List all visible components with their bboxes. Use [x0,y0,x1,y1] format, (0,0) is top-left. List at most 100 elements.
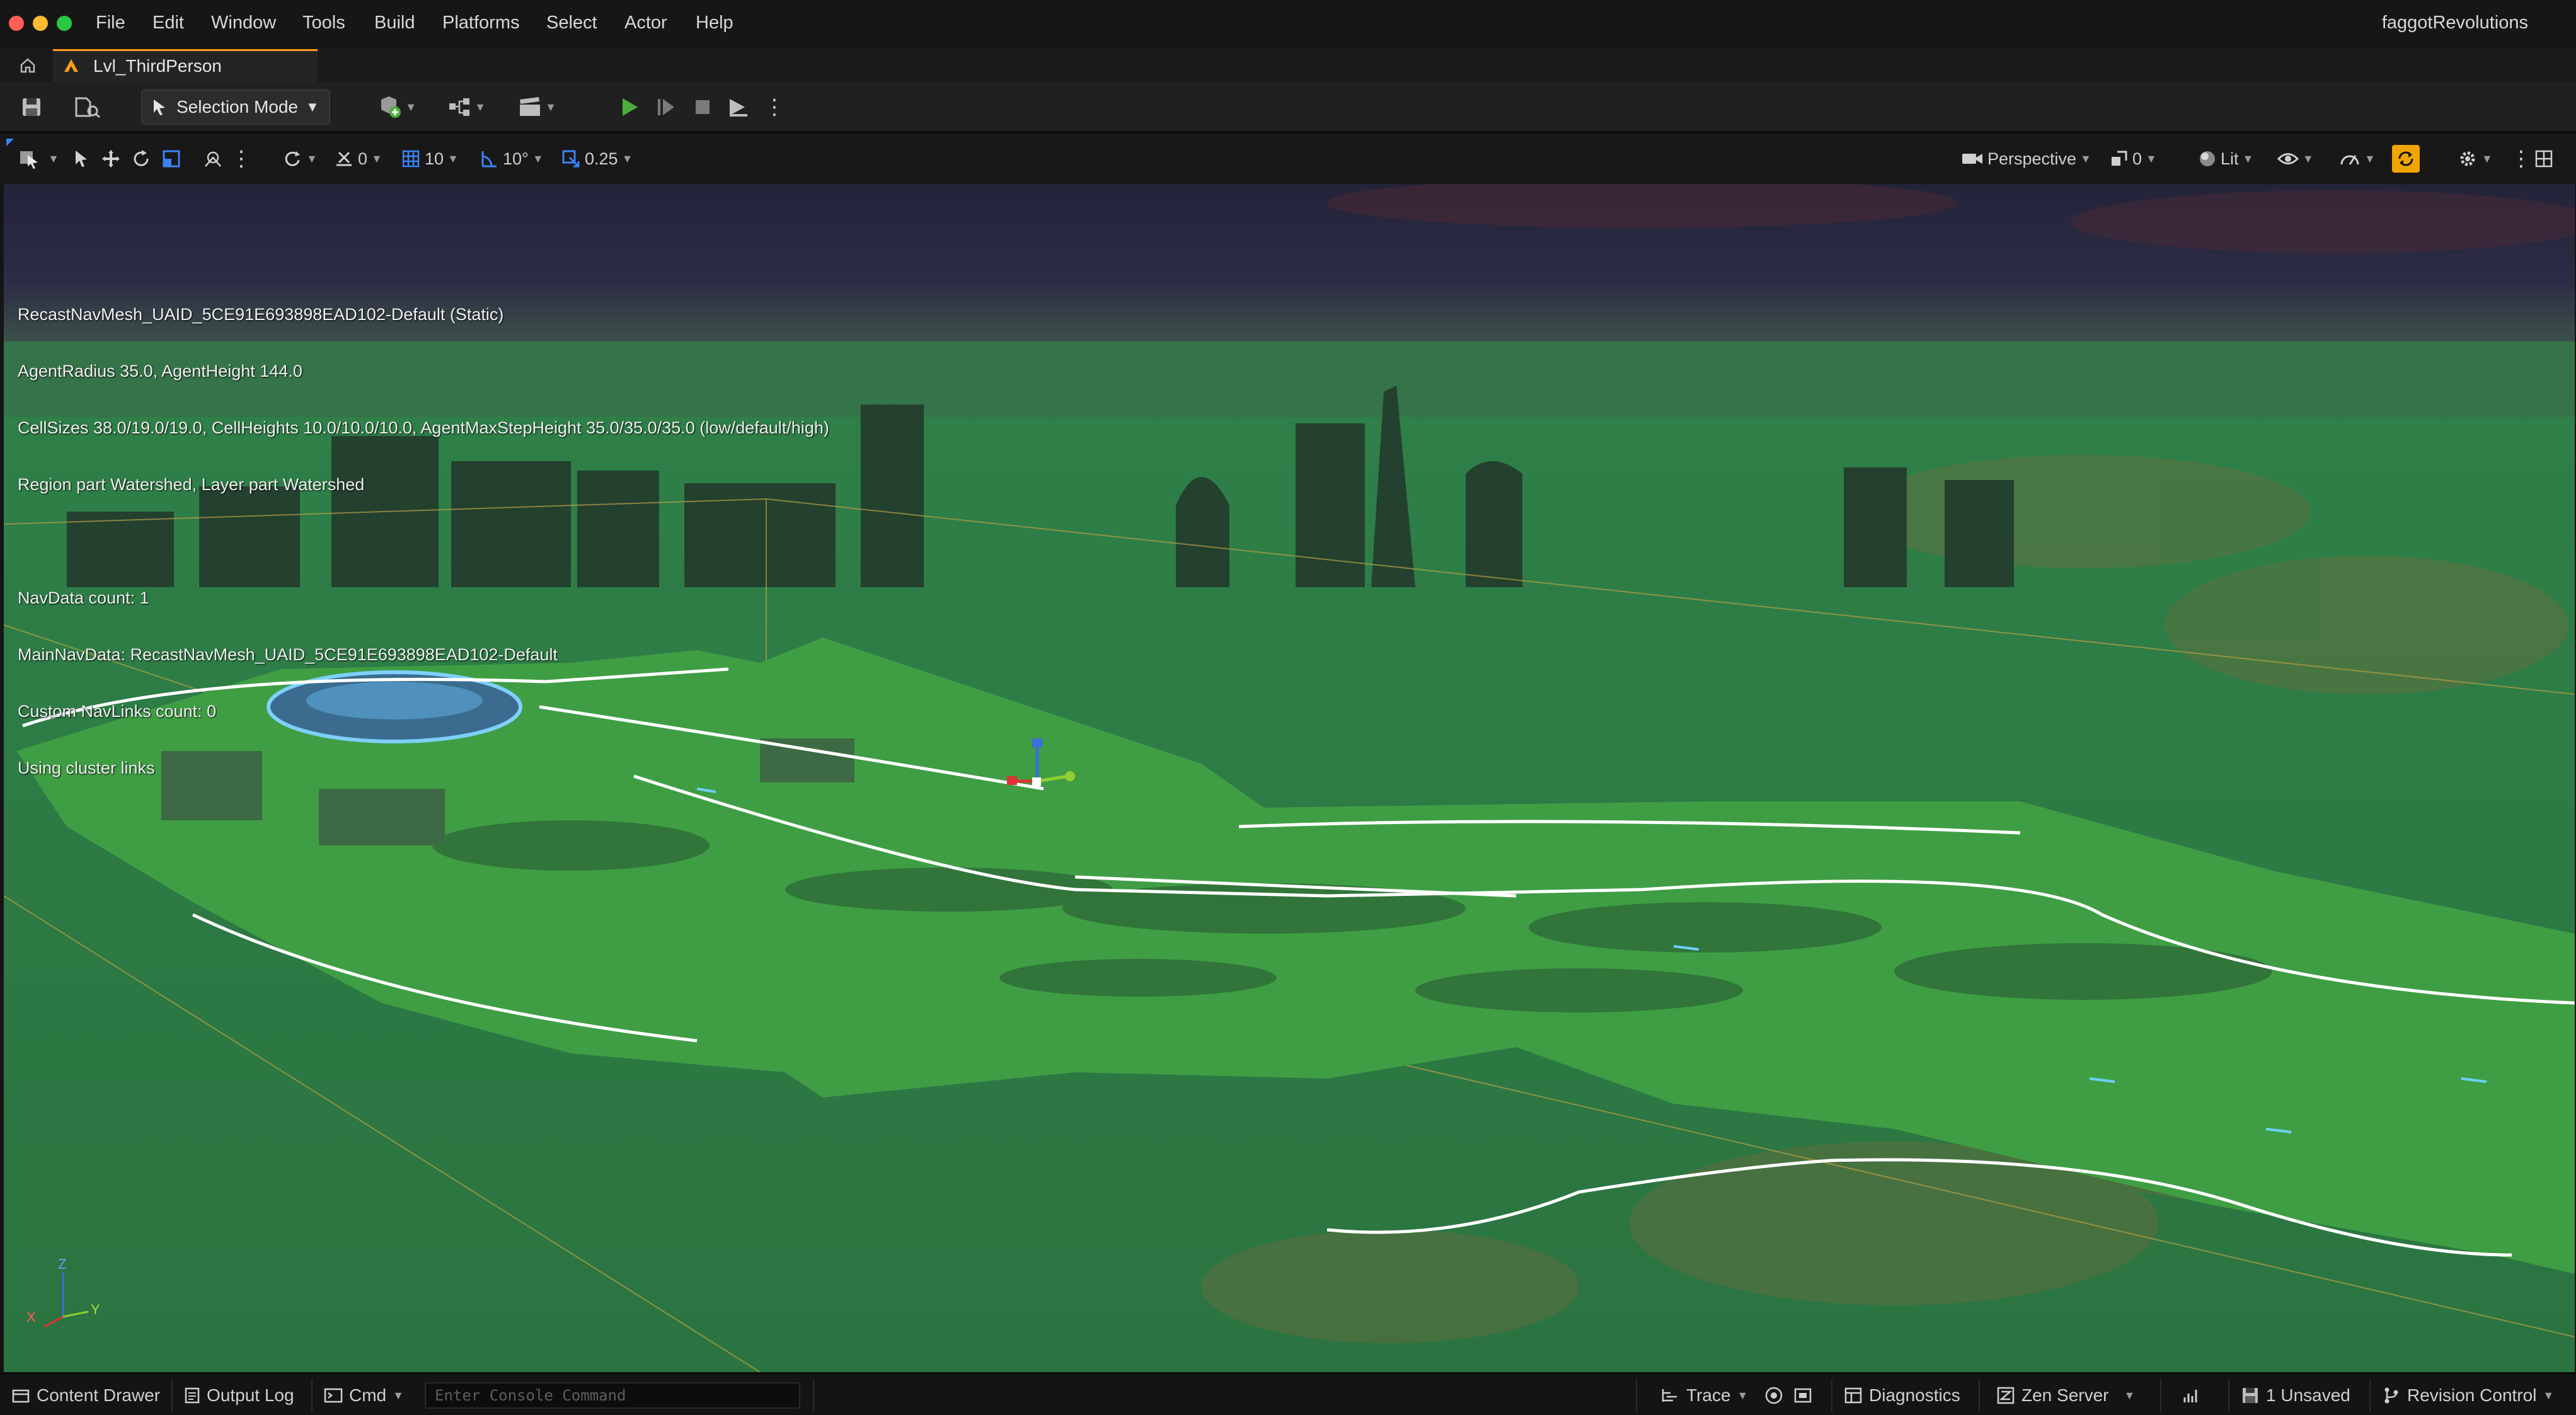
chevron-down-icon: ▼ [306,152,318,165]
viewport-settings-dropdown[interactable]: ▼ [2458,145,2493,173]
more-options-icon[interactable]: ⋮ [231,145,252,173]
lighting-mode-dropdown[interactable]: Lit ▼ [2198,145,2253,173]
trace-icon [1662,1389,1677,1402]
output-log-button[interactable]: Output Log [184,1383,294,1408]
zoom-window-button[interactable] [57,16,72,31]
save-icon[interactable] [18,93,45,121]
menu-bar: File Edit Window Tools Build Platforms S… [0,0,2576,49]
show-flags-dropdown[interactable]: ▼ [2277,145,2314,173]
chevron-down-icon: ▼ [405,100,417,113]
camera-icon [1962,154,1982,164]
selection-mode-dropdown[interactable]: Selection Mode ▼ [141,89,330,125]
surface-snapping-toggle[interactable]: 0 ▼ [334,145,382,173]
diagnostics-button[interactable]: Diagnostics [1844,1383,1960,1408]
surface-snap-icon [336,151,352,166]
view-mode-dropdown[interactable]: Perspective ▼ [1961,145,2091,173]
chevron-down-icon: ▼ [2303,152,2314,165]
scale-snap-toggle[interactable]: 0.25 ▼ [561,145,633,173]
view-mode-label: Perspective [1987,149,2077,168]
chevron-down-icon: ▼ [2124,1389,2136,1402]
navmesh-info-line: Custom NavLinks count: 0 [18,702,217,721]
drawer-icon [12,1389,30,1403]
level-viewport[interactable]: RecastNavMesh_UAID_5CE91E693898EAD102-De… [4,184,2575,1372]
bar-graph-icon [2183,1390,2197,1402]
coordinate-system-button[interactable] [203,145,223,173]
content-drawer-button[interactable]: Content Drawer [11,1383,160,1408]
lit-sphere-icon [2200,151,2215,166]
viewport-options-button[interactable]: ▼ [19,145,59,173]
more-options-icon[interactable]: ⋮ [764,93,785,121]
menu-help[interactable]: Help [696,13,733,33]
chevron-down-icon: ▼ [306,99,319,115]
scale-snap-icon [562,150,580,168]
scale-icon [163,150,180,168]
eye-icon [2277,153,2299,164]
selection-mode-label: Selection Mode [176,97,299,117]
chevron-down-icon: ▼ [447,152,459,165]
console-command-input[interactable] [425,1382,800,1409]
navmesh-info-line: NavData count: 1 [18,588,149,607]
layout-button[interactable] [2534,145,2553,173]
scalability-dropdown[interactable]: ▼ [2339,145,2376,173]
arrow-cursor-icon [76,151,87,167]
zen-server-label: Zen Server [2021,1385,2109,1405]
play-button[interactable] [615,93,644,121]
home-icon[interactable] [16,54,39,77]
realtime-toggle[interactable] [2392,145,2420,173]
menu-build[interactable]: Build [374,13,415,33]
chevron-down-icon: ▼ [474,100,486,113]
derived-data-button[interactable] [2182,1383,2200,1408]
revision-control-dropdown[interactable]: Revision Control ▼ [2382,1383,2554,1408]
chevron-down-icon: ▼ [2543,1389,2555,1402]
trace-snapshot-button[interactable] [1793,1383,1812,1408]
grid-icon [402,150,420,168]
zen-server-dropdown[interactable]: Zen Server ▼ [1996,1383,2135,1408]
blueprints-button[interactable]: ▼ [441,93,492,121]
divider [813,1379,814,1412]
select-tool-button[interactable] [73,145,89,173]
menu-file[interactable]: File [96,13,125,33]
surface-snap-button[interactable]: ▼ [282,145,318,173]
zen-server-icon [1997,1387,2015,1404]
close-window-button[interactable] [9,16,24,31]
layout-grid-icon [2535,150,2553,168]
unsaved-assets-button[interactable]: 1 Unsaved [2241,1383,2350,1408]
eject-button[interactable] [723,93,752,121]
axis-y-label: Y [91,1302,100,1317]
menu-edit[interactable]: Edit [152,13,184,33]
grid-snap-toggle[interactable]: 10 ▼ [401,145,459,173]
navmesh-info-line: MainNavData: RecastNavMesh_UAID_5CE91E69… [18,645,558,664]
stop-button[interactable] [688,93,717,121]
menu-window[interactable]: Window [211,13,276,33]
rotate-tool-button[interactable] [131,145,151,173]
scale-tool-button[interactable] [161,145,181,173]
divider [171,1379,173,1412]
trace-dropdown[interactable]: Trace ▼ [1661,1383,1748,1408]
advance-frame-button[interactable] [652,93,681,121]
blueprint-icon [449,98,470,116]
add-actor-button[interactable]: ▼ [372,93,422,121]
menu-tools[interactable]: Tools [302,13,345,33]
divider [311,1379,313,1412]
eject-icon [730,99,747,117]
rotation-snap-value: 10° [503,149,529,168]
level-icon [63,57,79,77]
trace-record-button[interactable] [1764,1383,1783,1408]
viewport-toolbar: ▼ ⋮ ▼ 0 ▼ 10 ▼ 10° ▼ 0.25 ▼ Perspective … [0,134,2576,184]
rotation-snap-toggle[interactable]: 10° ▼ [479,145,544,173]
divider [2160,1379,2161,1412]
menu-select[interactable]: Select [546,13,597,33]
translate-tool-button[interactable] [101,145,121,173]
more-options-icon[interactable]: ⋮ [2510,145,2532,173]
minimize-window-button[interactable] [33,16,48,31]
browse-level-icon[interactable] [72,93,103,121]
tab-level[interactable]: Lvl_ThirdPerson [53,49,318,82]
cinematics-button[interactable]: ▼ [512,93,562,121]
menu-platforms[interactable]: Platforms [442,13,519,33]
axis-indicator: Z X Y [18,1256,118,1334]
menu-actor[interactable]: Actor [624,13,667,33]
cmd-dropdown[interactable]: Cmd ▼ [324,1383,404,1408]
camera-speed-dropdown[interactable]: 0 ▼ [2110,145,2157,173]
gauge-icon [2340,155,2359,165]
navmesh-info-line: RecastNavMesh_UAID_5CE91E693898EAD102-De… [18,305,504,324]
